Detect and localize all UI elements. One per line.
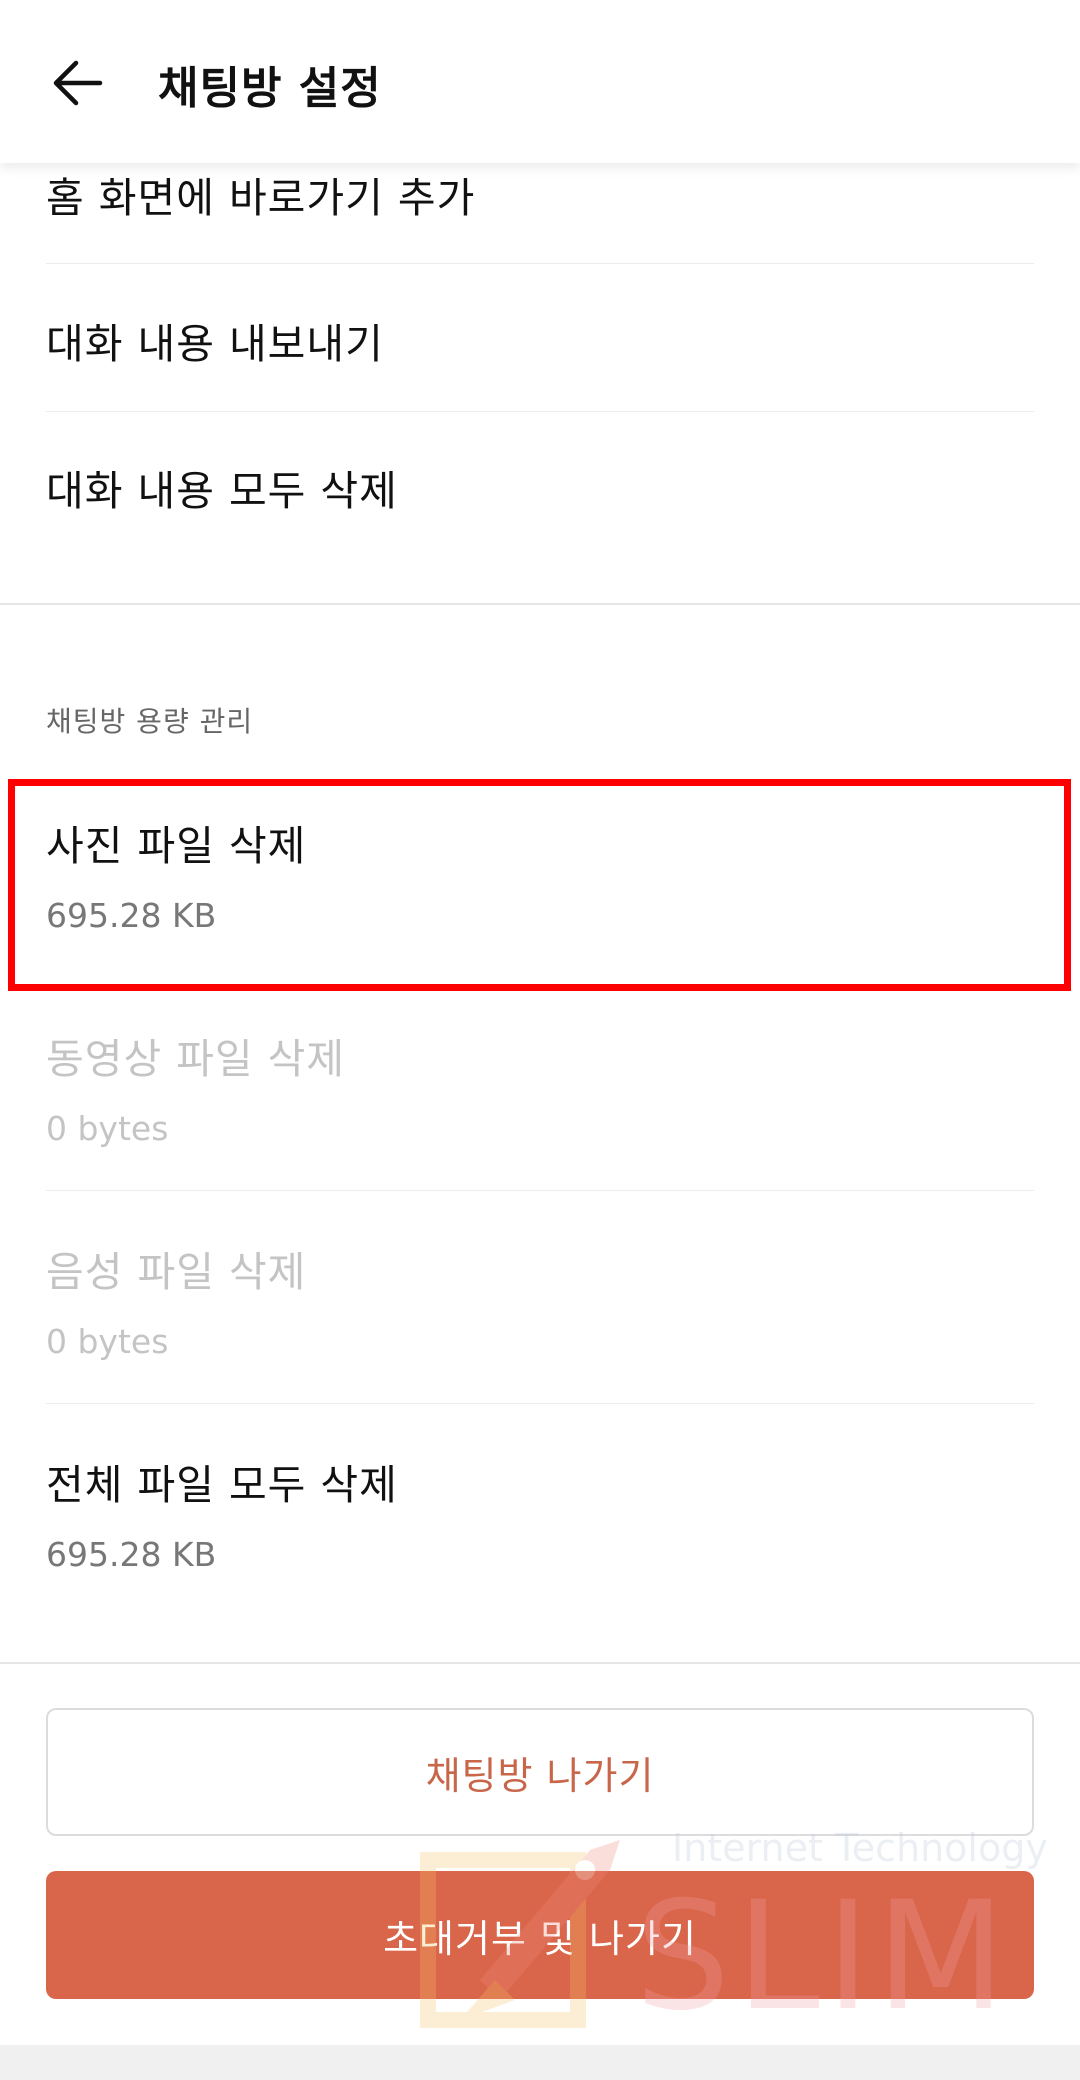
- file-item-title: 전체 파일 모두 삭제: [46, 1461, 398, 1509]
- menu-item-label: 홈 화면에 바로가기 추가: [46, 174, 476, 222]
- page-title: 채팅방 설정: [158, 63, 382, 114]
- arrow-left-icon: [53, 60, 103, 106]
- block-invite-and-leave-label: 초대거부 및 나가기: [383, 1916, 697, 1961]
- section-label-storage: 채팅방 용량 관리: [46, 705, 254, 738]
- file-item-title: 사진 파일 삭제: [46, 822, 307, 870]
- divider: [46, 411, 1034, 412]
- menu-item-label: 대화 내용 내보내기: [46, 320, 384, 368]
- file-item-size: 695.28 KB: [46, 1535, 217, 1574]
- delete-photo-files[interactable]: 사진 파일 삭제 695.28 KB: [46, 812, 1034, 935]
- menu-item-add-shortcut[interactable]: 홈 화면에 바로가기 추가: [46, 164, 1034, 224]
- bottom-strip: [0, 2045, 1080, 2080]
- menu-item-label: 대화 내용 모두 삭제: [46, 467, 398, 515]
- leave-chatroom-button[interactable]: 채팅방 나가기: [46, 1708, 1034, 1836]
- delete-voice-files[interactable]: 음성 파일 삭제 0 bytes: [46, 1238, 1034, 1361]
- file-item-size: 0 bytes: [46, 1322, 169, 1361]
- section-divider: [0, 1662, 1080, 1664]
- section-divider: [0, 603, 1080, 605]
- chatroom-settings-screen: 채팅방 설정 홈 화면에 바로가기 추가 대화 내용 내보내기 대화 내용 모두…: [0, 0, 1080, 2080]
- back-button[interactable]: [42, 50, 114, 116]
- delete-all-files[interactable]: 전체 파일 모두 삭제 695.28 KB: [46, 1451, 1034, 1574]
- file-item-title: 음성 파일 삭제: [46, 1248, 307, 1296]
- block-invite-and-leave-button[interactable]: 초대거부 및 나가기: [46, 1871, 1034, 1999]
- divider: [46, 263, 1034, 264]
- divider: [46, 1190, 1034, 1191]
- menu-item-export-chat[interactable]: 대화 내용 내보내기: [46, 310, 1034, 370]
- menu-item-delete-all-chat[interactable]: 대화 내용 모두 삭제: [46, 457, 1034, 517]
- delete-video-files[interactable]: 동영상 파일 삭제 0 bytes: [46, 1025, 1034, 1148]
- divider: [46, 1403, 1034, 1404]
- leave-chatroom-label: 채팅방 나가기: [425, 1753, 655, 1798]
- app-header: 채팅방 설정: [0, 0, 1080, 163]
- file-item-size: 0 bytes: [46, 1109, 169, 1148]
- file-item-size: 695.28 KB: [46, 896, 217, 935]
- file-item-title: 동영상 파일 삭제: [46, 1035, 346, 1083]
